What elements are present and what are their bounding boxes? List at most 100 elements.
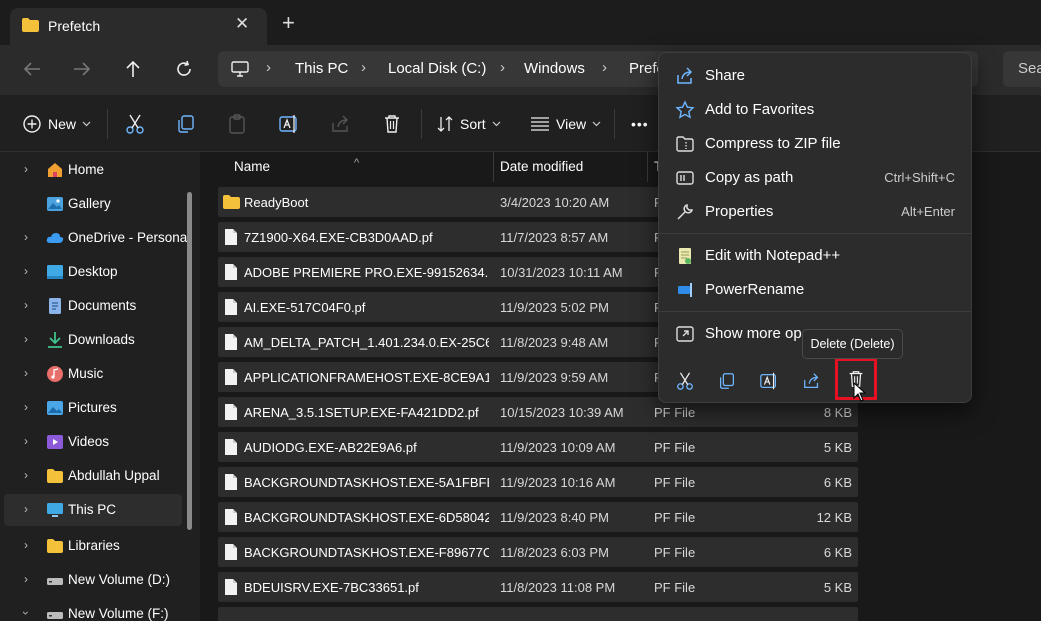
menu-item-add-favorites[interactable]: Add to Favorites xyxy=(665,93,965,125)
chevron-right-icon[interactable]: › xyxy=(24,538,28,552)
breadcrumb-this-pc[interactable]: This PC xyxy=(295,60,348,77)
menu-item-copy-path[interactable]: Copy as path Ctrl+Shift+C xyxy=(665,161,965,193)
chevron-right-icon[interactable]: › xyxy=(24,572,28,586)
file-size: 12 KB xyxy=(816,510,852,525)
share-icon xyxy=(804,373,819,388)
chevron-right-icon[interactable]: › xyxy=(24,468,28,482)
sidebar-item-volume-f[interactable]: › New Volume (F:) xyxy=(4,598,182,621)
copy-icon xyxy=(720,373,734,389)
sidebar-item-music[interactable]: › Music xyxy=(4,358,182,390)
chevron-right-icon[interactable]: › xyxy=(24,264,28,278)
plus-circle-icon xyxy=(23,115,41,133)
new-tab-button[interactable]: + xyxy=(282,12,295,34)
sort-button[interactable]: Sort xyxy=(436,111,501,137)
column-divider[interactable] xyxy=(493,152,494,182)
sort-icon xyxy=(437,116,453,132)
quick-action-copy[interactable] xyxy=(711,365,743,397)
sidebar-item-onedrive[interactable]: › OneDrive - Personal xyxy=(4,222,190,254)
sidebar-item-gallery[interactable]: Gallery xyxy=(4,188,182,220)
file-name: ReadyBoot xyxy=(244,195,309,210)
table-row-partial[interactable] xyxy=(218,607,858,621)
sidebar-item-this-pc[interactable]: › This PC xyxy=(4,494,182,526)
sidebar-scrollbar[interactable] xyxy=(187,192,192,530)
file-date: 11/9/2023 9:59 AM xyxy=(500,370,609,385)
copy-icon[interactable] xyxy=(175,113,197,135)
menu-item-notepadpp[interactable]: Edit with Notepad++ xyxy=(665,239,965,271)
chevron-down-icon[interactable]: › xyxy=(19,611,33,615)
menu-item-properties[interactable]: Properties Alt+Enter xyxy=(665,195,965,227)
column-header-label: Date modified xyxy=(500,159,584,174)
sidebar-item-volume-d[interactable]: › New Volume (D:) xyxy=(4,564,182,596)
column-header-date[interactable]: Date modified xyxy=(500,159,583,189)
more-options-button[interactable]: ••• xyxy=(631,111,649,137)
show-more-icon xyxy=(676,326,694,342)
forward-button[interactable] xyxy=(68,57,96,81)
sidebar-item-desktop[interactable]: › Desktop xyxy=(4,256,182,288)
cut-icon[interactable] xyxy=(124,113,146,135)
table-row[interactable]: AUDIODG.EXE-AB22E9A6.pf 11/9/2023 10:09 … xyxy=(218,432,858,462)
file-icon xyxy=(225,439,237,455)
sidebar-item-label: Gallery xyxy=(68,196,111,211)
rename-icon xyxy=(760,372,776,390)
music-icon xyxy=(47,366,63,382)
column-header-name[interactable]: Name ^ xyxy=(234,157,359,189)
chevron-right-icon[interactable]: › xyxy=(24,366,28,380)
new-button[interactable]: New xyxy=(22,111,91,137)
file-date: 11/9/2023 8:40 PM xyxy=(500,510,609,525)
chevron-right-icon[interactable]: › xyxy=(24,298,28,312)
menu-item-share[interactable]: Share xyxy=(665,59,965,91)
breadcrumb-local-disk[interactable]: Local Disk (C:) xyxy=(388,60,486,77)
file-size: 5 KB xyxy=(823,580,852,595)
file-type: PF File xyxy=(654,440,696,455)
back-button[interactable] xyxy=(18,57,46,81)
sidebar-item-videos[interactable]: › Videos xyxy=(4,426,182,458)
file-date: 11/8/2023 9:48 AM xyxy=(500,335,609,350)
menu-item-powerrename[interactable]: PowerRename xyxy=(665,273,965,305)
sidebar-item-label: Downloads xyxy=(68,332,135,347)
chevron-right-icon[interactable]: › xyxy=(24,162,28,176)
sort-ascending-icon: ^ xyxy=(354,157,360,169)
quick-action-cut[interactable] xyxy=(669,365,701,397)
view-button[interactable]: View xyxy=(530,111,601,137)
chevron-right-icon[interactable]: › xyxy=(24,332,28,346)
chevron-right-icon[interactable]: › xyxy=(24,230,28,244)
search-input[interactable]: Sea xyxy=(1003,51,1041,87)
up-button[interactable] xyxy=(119,57,147,81)
paste-icon[interactable] xyxy=(226,113,248,135)
rename-icon[interactable] xyxy=(278,113,300,135)
breadcrumb-windows[interactable]: Windows xyxy=(524,60,585,77)
sidebar-item-home[interactable]: › Home xyxy=(4,154,182,186)
chevron-right-icon[interactable]: › xyxy=(24,434,28,448)
cloud-icon xyxy=(46,233,64,243)
file-size: 8 KB xyxy=(823,405,852,420)
file-explorer-window: Prefetch ✕ + › This PC › Local Disk (C:)… xyxy=(0,0,1041,621)
refresh-button[interactable] xyxy=(170,57,198,81)
table-row[interactable]: BACKGROUNDTASKHOST.EXE-F89677CA.... 11/8… xyxy=(218,537,858,567)
sidebar-item-user-folder[interactable]: › Abdullah Uppal xyxy=(4,460,182,492)
close-tab-icon[interactable]: ✕ xyxy=(235,14,249,34)
column-divider[interactable] xyxy=(647,152,648,182)
menu-item-label: Show more op xyxy=(705,325,802,342)
sort-label: Sort xyxy=(460,116,486,132)
sidebar-item-label: OneDrive - Personal xyxy=(68,230,191,245)
file-date: 11/9/2023 10:16 AM xyxy=(500,475,616,490)
chevron-right-icon[interactable]: › xyxy=(24,502,28,516)
quick-action-share[interactable] xyxy=(796,365,828,397)
file-date: 11/7/2023 8:57 AM xyxy=(500,230,609,245)
sidebar-item-libraries[interactable]: › Libraries xyxy=(4,530,182,562)
share-icon[interactable] xyxy=(330,113,352,135)
chevron-right-icon[interactable]: › xyxy=(24,400,28,414)
file-name: BDEUISRV.EXE-7BC33651.pf xyxy=(244,580,419,595)
sidebar-item-pictures[interactable]: › Pictures xyxy=(4,392,182,424)
table-row[interactable]: BDEUISRV.EXE-7BC33651.pf 11/8/2023 11:08… xyxy=(218,572,858,602)
sidebar-item-downloads[interactable]: › Downloads xyxy=(4,324,182,356)
file-name: ARENA_3.5.1SETUP.EXE-FA421DD2.pf xyxy=(244,405,479,420)
delete-icon[interactable] xyxy=(381,113,403,135)
table-row[interactable]: BACKGROUNDTASKHOST.EXE-5A1FBFED... 11/9/… xyxy=(218,467,858,497)
sidebar-item-documents[interactable]: › Documents xyxy=(4,290,182,322)
breadcrumb-chevron-icon: › xyxy=(602,59,607,76)
menu-item-compress-zip[interactable]: Compress to ZIP file xyxy=(665,127,965,159)
tab-prefetch[interactable]: Prefetch ✕ xyxy=(10,8,267,45)
quick-action-rename[interactable] xyxy=(753,365,785,397)
table-row[interactable]: BACKGROUNDTASKHOST.EXE-6D58042C... 11/9/… xyxy=(218,502,858,532)
